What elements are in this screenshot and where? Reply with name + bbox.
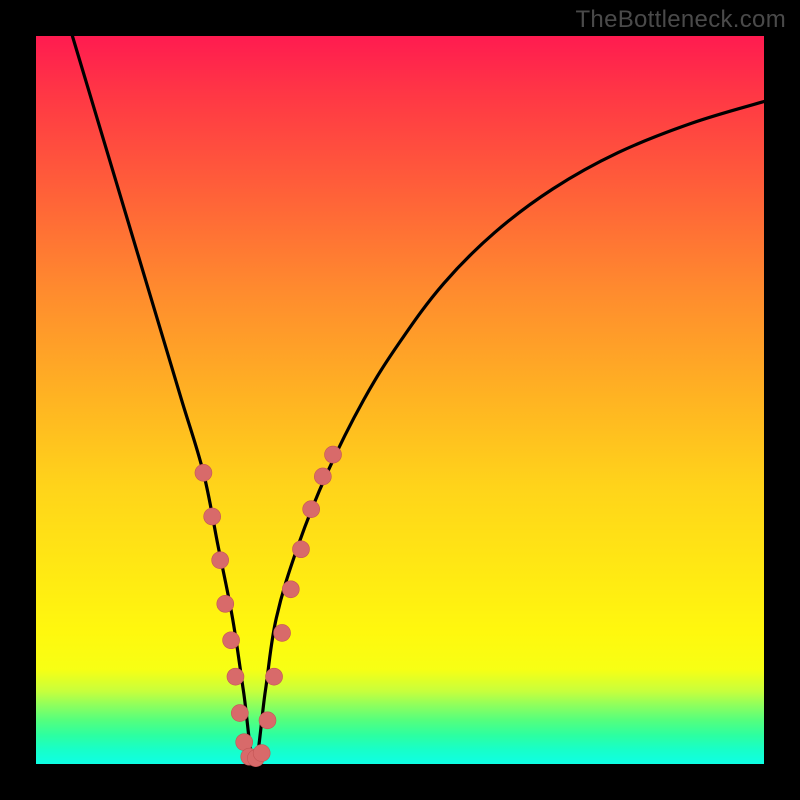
chart-svg bbox=[36, 36, 764, 764]
curve-line bbox=[72, 36, 764, 764]
curve-data-marker bbox=[223, 632, 240, 649]
curve-data-marker bbox=[195, 464, 212, 481]
curve-data-marker bbox=[217, 595, 234, 612]
outer-frame: TheBottleneck.com bbox=[0, 0, 800, 800]
curve-data-marker bbox=[227, 668, 244, 685]
curve-data-marker bbox=[303, 501, 320, 518]
plot-area bbox=[36, 36, 764, 764]
curve-data-marker bbox=[325, 446, 342, 463]
curve-data-marker bbox=[231, 705, 248, 722]
curve-data-marker bbox=[259, 712, 276, 729]
curve-data-marker bbox=[253, 745, 270, 762]
curve-data-marker bbox=[292, 541, 309, 558]
watermark-text: TheBottleneck.com bbox=[575, 6, 786, 34]
curve-data-marker bbox=[314, 468, 331, 485]
curve-data-marker bbox=[212, 552, 229, 569]
curve-data-marker bbox=[204, 508, 221, 525]
curve-data-marker bbox=[274, 624, 291, 641]
curve-data-marker bbox=[266, 668, 283, 685]
curve-data-marker bbox=[282, 581, 299, 598]
